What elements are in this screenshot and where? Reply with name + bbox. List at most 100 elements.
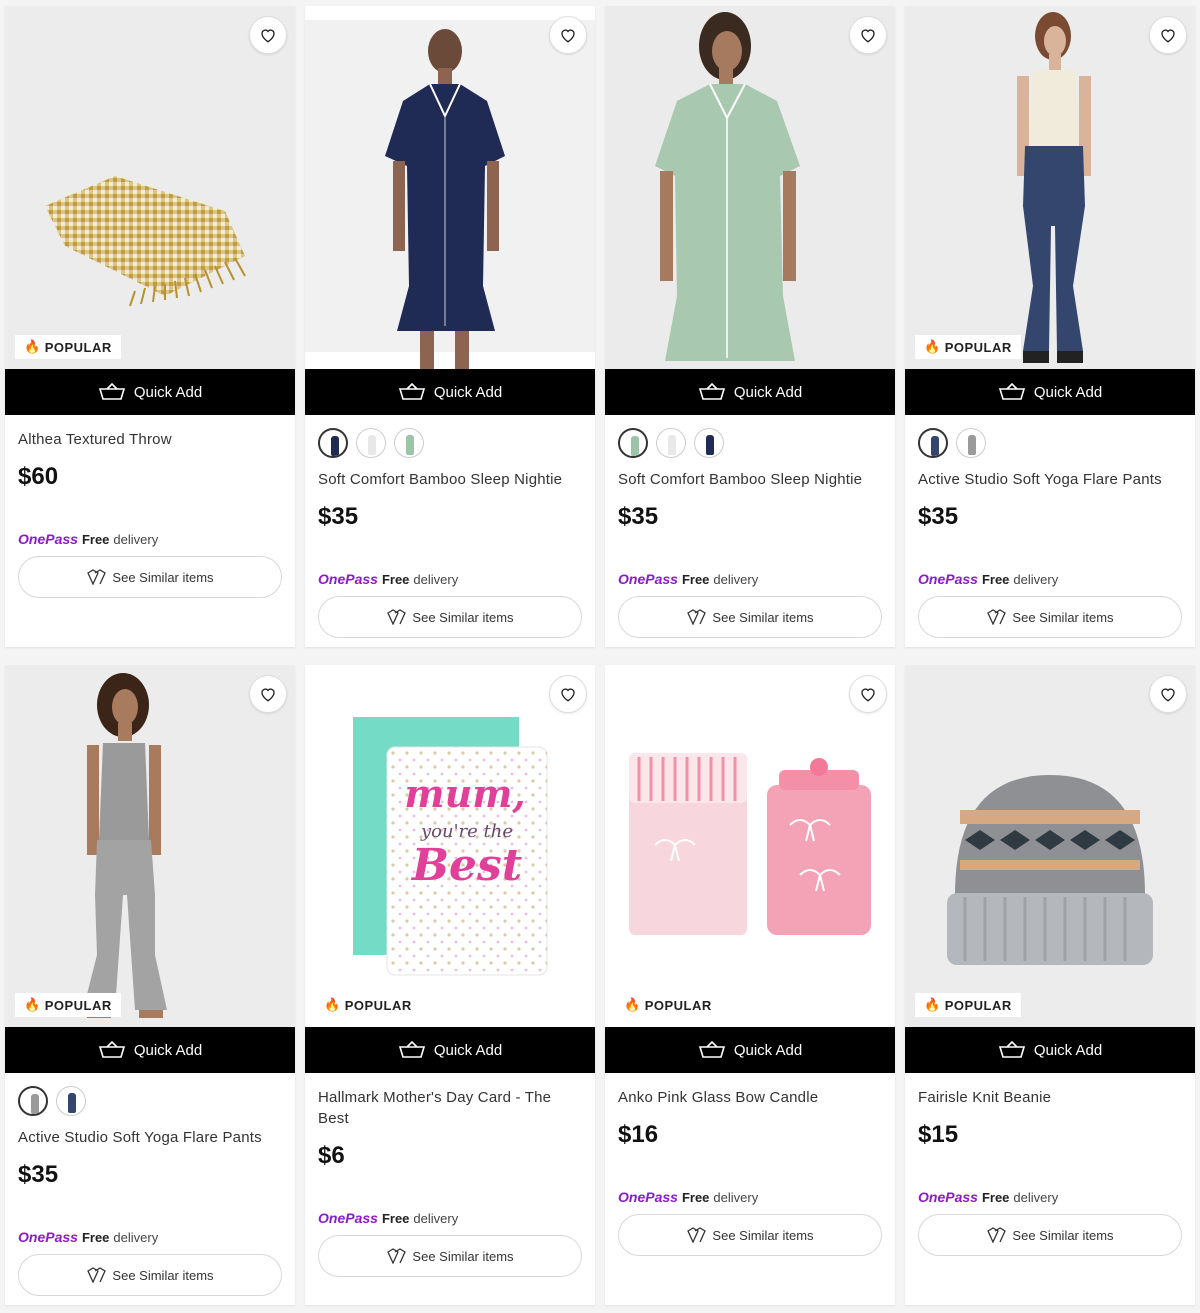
quick-add-button[interactable]: Quick Add — [605, 369, 895, 415]
popular-badge: 🔥 POPULAR — [15, 335, 121, 359]
color-swatch[interactable] — [694, 428, 724, 458]
product-title[interactable]: Hallmark Mother's Day Card - The Best — [318, 1087, 582, 1129]
see-similar-button[interactable]: See Similar items — [318, 1235, 582, 1277]
popular-badge: 🔥 POPULAR — [315, 993, 421, 1017]
popular-badge: 🔥 POPULAR — [915, 335, 1021, 359]
product-card[interactable]: 🔥 POPULAR Quick Add Althea Textured Thro… — [5, 6, 295, 647]
product-title[interactable]: Soft Comfort Bamboo Sleep Nightie — [318, 469, 582, 490]
product-title[interactable]: Anko Pink Glass Bow Candle — [618, 1087, 882, 1108]
see-similar-button[interactable]: See Similar items — [618, 1214, 882, 1256]
color-swatch[interactable] — [956, 428, 986, 458]
product-card[interactable]: 🔥 POPULAR Quick Add Anko Pink Glass Bow … — [605, 665, 895, 1305]
product-image[interactable]: 🔥 POPULAR — [905, 665, 1195, 1027]
wishlist-button[interactable] — [1149, 675, 1187, 713]
basket-icon — [398, 1041, 425, 1058]
card-text-youre-the: you're the — [420, 821, 513, 842]
color-swatch[interactable] — [318, 428, 348, 458]
basket-icon — [98, 383, 125, 400]
beanie-image — [905, 665, 1195, 1027]
yoga-pants-navy-image — [905, 6, 1195, 369]
color-swatches — [18, 1073, 282, 1118]
nightie-green-image — [605, 6, 895, 369]
wishlist-button[interactable] — [1149, 16, 1187, 54]
basket-icon — [698, 1041, 725, 1058]
product-card[interactable]: 🔥 POPULAR Quick Add Fairisle Knit Beanie… — [905, 665, 1195, 1305]
color-swatch[interactable] — [56, 1086, 86, 1116]
greeting-card-image: mum, you're the Best — [305, 665, 595, 1027]
flame-icon: 🔥 — [324, 997, 341, 1012]
wishlist-button[interactable] — [849, 675, 887, 713]
onepass-delivery: OnePass Free delivery — [318, 571, 459, 587]
quick-add-button[interactable]: Quick Add — [5, 1027, 295, 1073]
flame-icon: 🔥 — [24, 997, 41, 1012]
onepass-delivery: OnePass Free delivery — [618, 1189, 759, 1205]
see-similar-button[interactable]: See Similar items — [618, 596, 882, 638]
product-grid: 🔥 POPULAR Quick Add Althea Textured Thro… — [0, 0, 1200, 1313]
product-title[interactable]: Active Studio Soft Yoga Flare Pants — [918, 469, 1182, 490]
see-similar-button[interactable]: See Similar items — [918, 1214, 1182, 1256]
flame-icon: 🔥 — [24, 339, 41, 354]
product-image[interactable]: 🔥 POPULAR — [5, 665, 295, 1027]
product-title[interactable]: Althea Textured Throw — [18, 429, 282, 450]
product-card[interactable]: mum, you're the Best 🔥 POPULAR Quick Add… — [305, 665, 595, 1305]
see-similar-button[interactable]: See Similar items — [18, 556, 282, 598]
basket-icon — [398, 383, 425, 400]
wishlist-button[interactable] — [249, 16, 287, 54]
product-card[interactable]: Quick Add Soft Comfort Bamboo Sleep Nigh… — [305, 6, 595, 647]
yoga-pants-grey-image — [5, 665, 295, 1027]
product-card[interactable]: 🔥 POPULAR Quick Add Active Studio Soft Y… — [905, 6, 1195, 647]
quick-add-button[interactable]: Quick Add — [905, 369, 1195, 415]
quick-add-button[interactable]: Quick Add — [305, 369, 595, 415]
product-price: $35 — [18, 1161, 59, 1188]
card-text-best: Best — [410, 840, 522, 891]
color-swatches — [318, 415, 582, 460]
product-image[interactable] — [305, 6, 595, 369]
product-price: $6 — [318, 1142, 345, 1169]
product-image[interactable]: 🔥 POPULAR — [905, 6, 1195, 369]
flame-icon: 🔥 — [924, 339, 941, 354]
similar-icon — [87, 569, 107, 585]
product-image[interactable]: 🔥 POPULAR — [5, 6, 295, 369]
flame-icon: 🔥 — [624, 997, 641, 1012]
similar-icon — [987, 1227, 1007, 1243]
color-swatch[interactable] — [356, 428, 386, 458]
product-price: $16 — [618, 1121, 659, 1148]
color-swatch[interactable] — [394, 428, 424, 458]
candle-image — [605, 665, 895, 1027]
product-image[interactable] — [605, 6, 895, 369]
wishlist-button[interactable] — [549, 16, 587, 54]
basket-icon — [98, 1041, 125, 1058]
product-image[interactable]: 🔥 POPULAR — [605, 665, 895, 1027]
wishlist-button[interactable] — [849, 16, 887, 54]
heart-icon — [261, 29, 275, 43]
color-swatches — [918, 415, 1182, 460]
quick-add-button[interactable]: Quick Add — [305, 1027, 595, 1073]
color-swatch[interactable] — [618, 428, 648, 458]
see-similar-button[interactable]: See Similar items — [918, 596, 1182, 638]
color-swatch[interactable] — [18, 1086, 48, 1116]
product-price: $35 — [318, 503, 359, 530]
wishlist-button[interactable] — [549, 675, 587, 713]
onepass-delivery: OnePass Free delivery — [618, 571, 759, 587]
product-price: $15 — [918, 1121, 959, 1148]
product-title[interactable]: Active Studio Soft Yoga Flare Pants — [18, 1127, 282, 1148]
basket-icon — [998, 1041, 1025, 1058]
quick-add-button[interactable]: Quick Add — [5, 369, 295, 415]
product-image[interactable]: mum, you're the Best 🔥 POPULAR — [305, 665, 595, 1027]
see-similar-button[interactable]: See Similar items — [318, 596, 582, 638]
product-title[interactable]: Soft Comfort Bamboo Sleep Nightie — [618, 469, 882, 490]
see-similar-button[interactable]: See Similar items — [18, 1254, 282, 1296]
color-swatch[interactable] — [656, 428, 686, 458]
product-card[interactable]: 🔥 POPULAR Quick Add Active Studio Soft Y… — [5, 665, 295, 1305]
quick-add-button[interactable]: Quick Add — [905, 1027, 1195, 1073]
quick-add-button[interactable]: Quick Add — [605, 1027, 895, 1073]
product-price: $35 — [618, 503, 659, 530]
throw-image — [5, 6, 295, 369]
product-title[interactable]: Fairisle Knit Beanie — [918, 1087, 1182, 1108]
product-card[interactable]: Quick Add Soft Comfort Bamboo Sleep Nigh… — [605, 6, 895, 647]
heart-icon — [861, 29, 875, 43]
wishlist-button[interactable] — [249, 675, 287, 713]
product-price: $60 — [18, 463, 59, 490]
similar-icon — [687, 609, 707, 625]
color-swatch[interactable] — [918, 428, 948, 458]
